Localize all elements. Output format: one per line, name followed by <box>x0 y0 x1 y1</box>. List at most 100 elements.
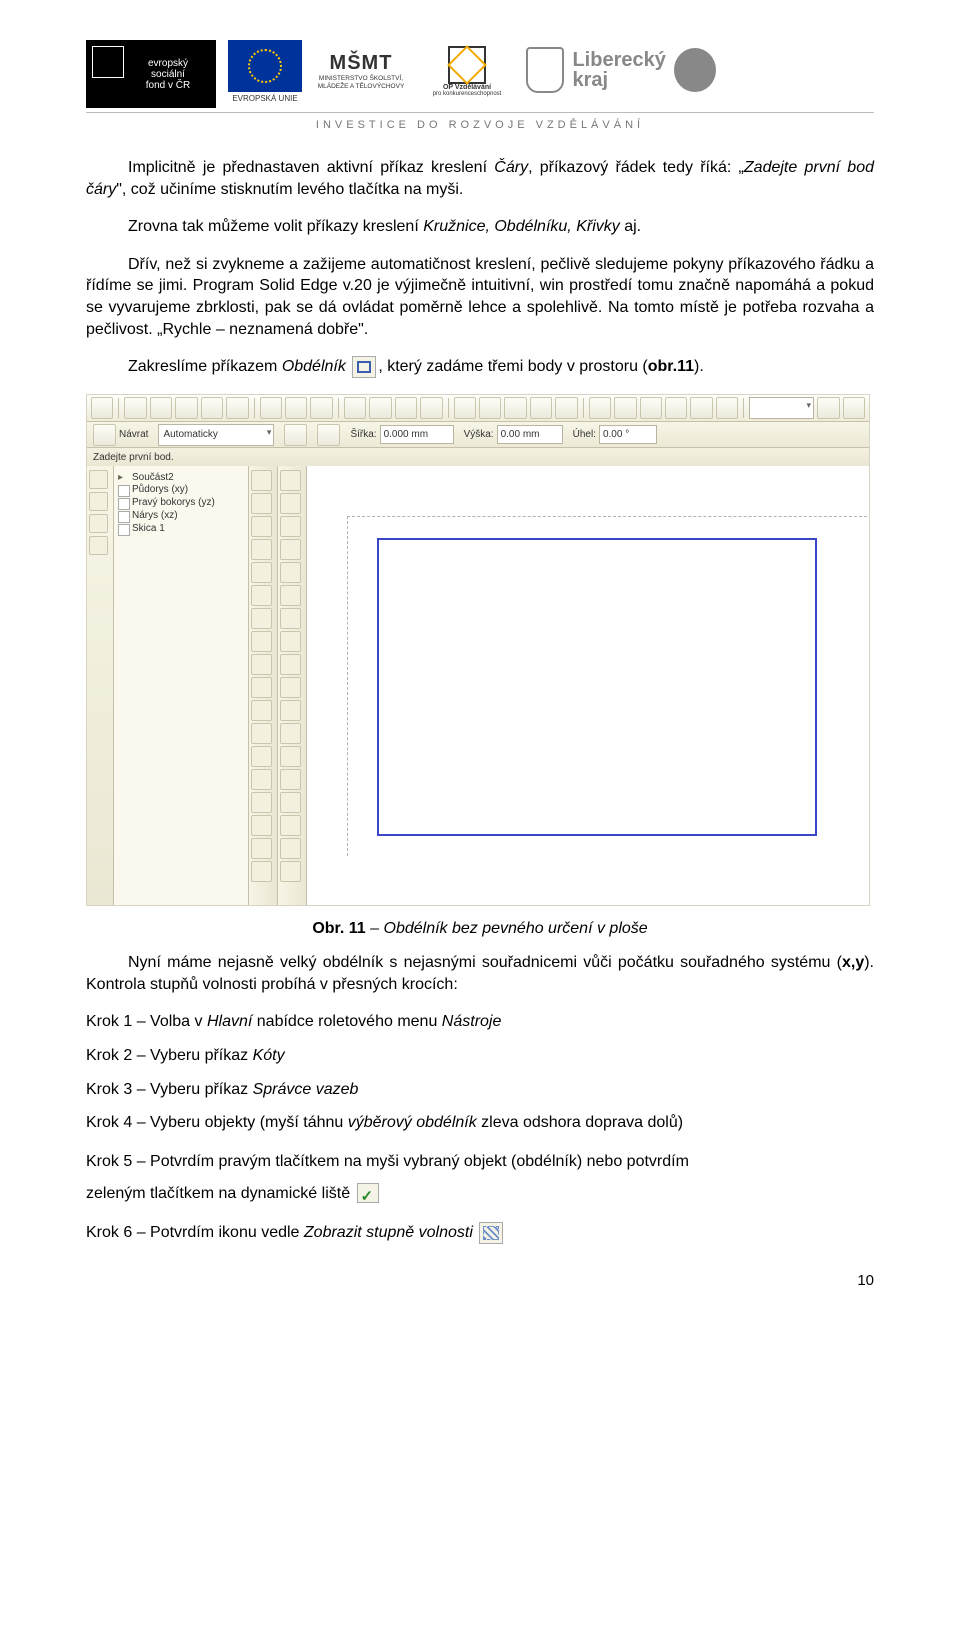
tool-btn[interactable] <box>251 585 272 606</box>
app-screenshot: Návrat Automaticky Šířka: 0.000 mm Výška… <box>86 394 870 906</box>
tool-btn[interactable] <box>280 654 301 675</box>
toolbar-btn[interactable] <box>640 397 662 419</box>
drawing-canvas[interactable] <box>307 466 869 905</box>
tool-select[interactable] <box>280 470 301 491</box>
tool-btn[interactable] <box>251 631 272 652</box>
sidebar-tab[interactable] <box>89 536 108 555</box>
tool-btn[interactable] <box>251 838 272 859</box>
sidebar-tab[interactable] <box>89 514 108 533</box>
tool-arc[interactable] <box>280 562 301 583</box>
toolbar-btn[interactable] <box>454 397 476 419</box>
tool-btn[interactable] <box>251 493 272 514</box>
tool-btn[interactable] <box>251 746 272 767</box>
tool-btn[interactable] <box>251 654 272 675</box>
header-tagline: INVESTICE DO ROZVOJE VZDĚLÁVÁNÍ <box>86 112 874 131</box>
toolbar-btn[interactable] <box>260 397 282 419</box>
toolbar-btn[interactable] <box>817 397 839 419</box>
tool-btn[interactable] <box>280 838 301 859</box>
toolbar-btn[interactable] <box>201 397 223 419</box>
tree-root[interactable]: Součást2 <box>118 472 244 483</box>
tool-btn[interactable] <box>251 539 272 560</box>
tool-circle[interactable] <box>280 539 301 560</box>
logo-kraj-top: Liberecký <box>572 50 665 70</box>
toolbar-btn[interactable] <box>716 397 738 419</box>
tool-btn[interactable] <box>280 792 301 813</box>
tool-btn[interactable] <box>251 516 272 537</box>
tree-item[interactable]: Půdorys (xy) <box>118 483 244 496</box>
toolbar-btn[interactable] <box>665 397 687 419</box>
tool-btn[interactable] <box>280 769 301 790</box>
tree-item[interactable]: Nárys (xz) <box>118 509 244 522</box>
figure-caption: Obr. 11 – Obdélník bez pevného určení v … <box>86 920 874 938</box>
toolbar-btn[interactable] <box>843 397 865 419</box>
angle-input[interactable]: 0.00 ° <box>599 425 657 444</box>
toolbar-btn[interactable] <box>310 397 332 419</box>
toolbar-btn[interactable] <box>530 397 552 419</box>
tool-rectangle[interactable] <box>280 516 301 537</box>
axis-y <box>347 516 348 856</box>
tool-btn[interactable] <box>251 815 272 836</box>
tool-btn[interactable] <box>251 700 272 721</box>
tool-btn[interactable] <box>251 608 272 629</box>
logo-msmt-mark: MŠMT <box>330 52 393 75</box>
tool-btn[interactable] <box>251 562 272 583</box>
toolbar-btn[interactable] <box>317 424 340 446</box>
logo-esf-l2: sociální <box>151 69 185 80</box>
logo-opvk: OP Vzdělávání pro konkurenceschopnost <box>420 40 514 102</box>
width-label: Šířka: <box>350 429 376 440</box>
toolbar-btn[interactable] <box>175 397 197 419</box>
toolbar-btn[interactable] <box>226 397 248 419</box>
sidebar-tab[interactable] <box>89 492 108 511</box>
toolbar-btn[interactable] <box>395 397 417 419</box>
step-2: Krok 2 – Vyberu příkaz Kóty <box>86 1045 874 1067</box>
page-number: 10 <box>86 1272 874 1289</box>
tool-btn[interactable] <box>251 723 272 744</box>
tool-btn[interactable] <box>280 700 301 721</box>
toolbar-btn[interactable] <box>589 397 611 419</box>
toolbar-btn[interactable] <box>284 424 307 446</box>
command-prompt: Zadejte první bod. <box>87 448 869 468</box>
return-button[interactable] <box>93 424 116 446</box>
tool-line[interactable] <box>280 493 301 514</box>
toolbar-btn[interactable] <box>690 397 712 419</box>
tool-btn[interactable] <box>280 631 301 652</box>
width-input[interactable]: 0.000 mm <box>380 425 454 444</box>
tool-btn[interactable] <box>280 608 301 629</box>
sidebar-tab[interactable] <box>89 470 108 489</box>
feature-tree: Součást2 Půdorys (xy) Pravý bokorys (yz)… <box>114 466 249 905</box>
para-2: Zrovna tak můžeme volit příkazy kreslení… <box>86 216 874 238</box>
toolbar-btn[interactable] <box>150 397 172 419</box>
tree-item[interactable]: Pravý bokorys (yz) <box>118 496 244 509</box>
app-toolbar-dynamic: Návrat Automaticky Šířka: 0.000 mm Výška… <box>87 422 869 448</box>
tool-btn[interactable] <box>251 792 272 813</box>
mode-dropdown[interactable]: Automaticky <box>158 424 274 446</box>
tool-btn[interactable] <box>251 769 272 790</box>
tool-btn[interactable] <box>280 861 301 882</box>
toolbar-dropdown[interactable] <box>749 397 814 419</box>
height-input[interactable]: 0.00 mm <box>497 425 563 444</box>
toolbar-btn[interactable] <box>124 397 146 419</box>
toolbar-btn[interactable] <box>614 397 636 419</box>
toolbar-btn[interactable] <box>285 397 307 419</box>
tool-btn[interactable] <box>251 677 272 698</box>
logo-esf: evropský sociální fond v ČR <box>86 40 216 108</box>
toolbar-btn[interactable] <box>91 397 113 419</box>
para-3: Dřív, než si zvykneme a zažijeme automat… <box>86 254 874 340</box>
tree-item[interactable]: Skica 1 <box>118 522 244 535</box>
app-body: Součást2 Půdorys (xy) Pravý bokorys (yz)… <box>87 466 869 905</box>
tool-btn[interactable] <box>280 746 301 767</box>
return-label: Návrat <box>119 429 148 440</box>
toolbar-btn[interactable] <box>555 397 577 419</box>
toolbar-btn[interactable] <box>504 397 526 419</box>
tool-btn[interactable] <box>280 815 301 836</box>
tool-btn[interactable] <box>251 861 272 882</box>
tool-fillet[interactable] <box>280 585 301 606</box>
toolbar-btn[interactable] <box>420 397 442 419</box>
tool-btn[interactable] <box>280 677 301 698</box>
toolbar-btn[interactable] <box>344 397 366 419</box>
height-label: Výška: <box>464 429 494 440</box>
tool-btn[interactable] <box>251 470 272 491</box>
toolbar-btn[interactable] <box>369 397 391 419</box>
toolbar-btn[interactable] <box>479 397 501 419</box>
tool-btn[interactable] <box>280 723 301 744</box>
